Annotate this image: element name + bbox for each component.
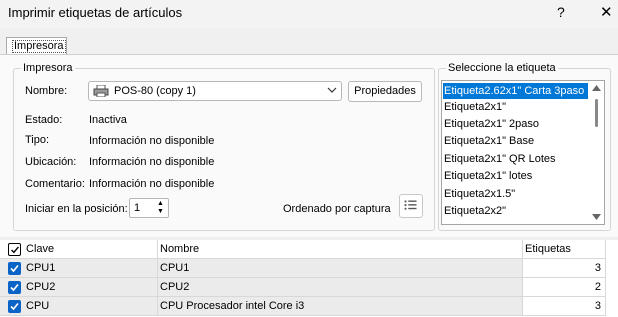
window-title: Imprimir etiquetas de artículos (8, 5, 183, 20)
cell-nombre: CPU1 (158, 259, 523, 278)
row-checkbox[interactable] (8, 281, 21, 294)
comentario-label: Comentario: (25, 178, 85, 190)
spin-up-icon[interactable]: ▲ (154, 200, 167, 208)
list-item[interactable]: Etiqueta2x1" Base (444, 133, 534, 149)
list-item[interactable]: Etiqueta2x2" (444, 203, 506, 219)
tab-impresora-label: Impresora (12, 40, 66, 53)
posicion-value: 1 (134, 202, 141, 214)
nombre-label: Nombre: (25, 85, 68, 97)
iniciar-posicion-label: Iniciar en la posición: (25, 203, 128, 215)
cell-clave: CPU (0, 297, 158, 316)
cell-clave: CPU1 (0, 259, 158, 278)
cell-etiquetas[interactable]: 2 (523, 278, 606, 297)
label-group-legend: Seleccione la etiqueta (446, 62, 558, 74)
close-button[interactable]: ✕ (600, 3, 613, 21)
tab-impresora[interactable]: Impresora (6, 37, 67, 55)
list-scrollbar[interactable] (589, 81, 604, 224)
table-row[interactable]: CPU2 CPU2 2 (0, 278, 608, 297)
header-etiquetas[interactable]: Etiquetas (523, 240, 606, 259)
ubicacion-value: Información no disponible (89, 156, 215, 168)
row-checkbox[interactable] (8, 300, 21, 313)
clave-text: CPU (26, 300, 50, 312)
sort-order-button[interactable] (399, 194, 423, 218)
articles-table: Clave Nombre Etiquetas CPU1 CPU1 3 CPU2 … (0, 240, 618, 317)
printer-name-value: POS-80 (copy 1) (114, 85, 196, 97)
estado-value: Inactiva (89, 114, 127, 126)
list-item[interactable]: Etiqueta2x1" (444, 99, 506, 115)
cell-etiquetas[interactable]: 3 (523, 259, 606, 278)
table-row[interactable]: CPU CPU Procesador intel Core i3 3 (0, 297, 608, 316)
scroll-down-icon[interactable] (592, 214, 601, 220)
estado-label: Estado: (25, 114, 63, 126)
label-list[interactable]: Etiqueta2.62x1" Carta 3paso Etiqueta2x1"… (441, 80, 605, 225)
spinner-arrows[interactable]: ▲ ▼ (154, 200, 167, 216)
chevron-down-icon (327, 87, 337, 93)
select-all-checkbox[interactable] (8, 243, 21, 256)
posicion-spinner[interactable]: 1 ▲ ▼ (129, 198, 169, 218)
header-nombre[interactable]: Nombre (158, 240, 523, 259)
clave-text: CPU2 (26, 281, 56, 293)
cell-etiquetas[interactable]: 3 (523, 297, 606, 316)
list-item[interactable]: Etiqueta2x1" 2paso (444, 116, 539, 132)
spin-down-icon[interactable]: ▼ (154, 208, 167, 216)
scroll-up-icon[interactable] (592, 85, 601, 91)
cell-nombre: CPU Procesador intel Core i3 (158, 297, 523, 316)
clave-text: CPU1 (26, 262, 56, 274)
help-button[interactable]: ? (557, 4, 565, 20)
printer-icon (93, 85, 109, 97)
list-icon (404, 200, 417, 210)
row-checkbox[interactable] (8, 262, 21, 275)
title-bar: Imprimir etiquetas de artículos ? ✕ (0, 0, 618, 28)
list-item[interactable]: Etiqueta2x1" lotes (444, 168, 532, 184)
header-clave[interactable]: Clave (0, 240, 158, 259)
list-item[interactable]: Etiqueta2x1" QR Lotes (444, 151, 556, 167)
list-item[interactable]: Etiqueta2.62x1" Carta 3paso (443, 83, 588, 99)
cell-clave: CPU2 (0, 278, 158, 297)
printer-name-select[interactable]: POS-80 (copy 1) (88, 81, 342, 101)
scrollbar-thumb[interactable] (595, 99, 598, 127)
list-item[interactable]: Etiqueta2x1.5" (444, 186, 515, 202)
propiedades-button[interactable]: Propiedades (348, 81, 422, 102)
table-row[interactable]: CPU1 CPU1 3 (0, 259, 608, 278)
tipo-label: Tipo: (25, 134, 50, 146)
header-clave-label: Clave (26, 243, 55, 255)
tipo-value: Información no disponible (89, 135, 215, 147)
printer-group-legend: Impresora (21, 62, 75, 74)
comentario-value: Información no disponible (89, 178, 215, 190)
ubicacion-label: Ubicación: (25, 156, 77, 168)
ordenado-label: Ordenado por captura (283, 203, 391, 215)
cell-nombre: CPU2 (158, 278, 523, 297)
